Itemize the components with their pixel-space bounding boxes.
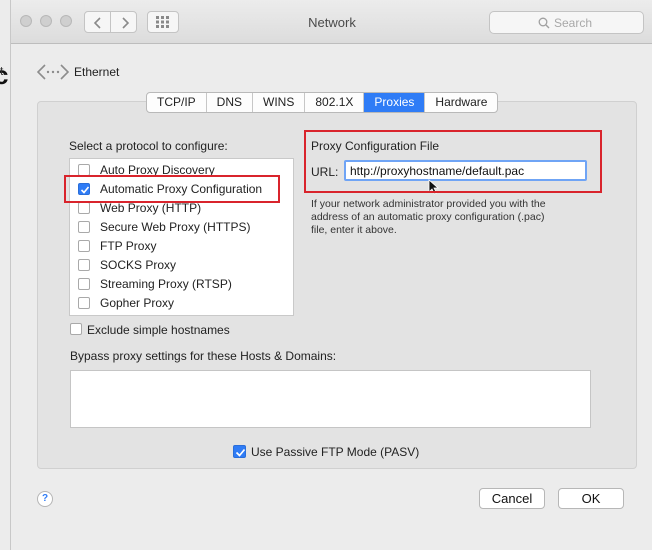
tab-wins[interactable]: WINS (253, 93, 306, 112)
checkbox[interactable] (78, 202, 90, 214)
tab-dns[interactable]: DNS (207, 93, 254, 112)
checkbox[interactable] (78, 259, 90, 271)
tab-hardware[interactable]: Hardware (425, 93, 497, 112)
tab-tcpip[interactable]: TCP/IP (147, 93, 207, 112)
tab-bar: TCP/IP DNS WINS 802.1X Proxies Hardware (146, 92, 499, 113)
ok-button[interactable]: OK (558, 488, 624, 509)
background-window-text-small: t. (0, 64, 7, 78)
ethernet-arrows-icon (37, 64, 69, 80)
bypass-label: Bypass proxy settings for these Hosts & … (70, 349, 337, 363)
proxy-config-help: If your network administrator provided y… (311, 198, 601, 237)
list-item-label: SOCKS Proxy (100, 258, 177, 272)
help-line: address of an automatic proxy configurat… (311, 211, 545, 223)
cancel-button[interactable]: Cancel (479, 488, 545, 509)
protocol-streaming-proxy[interactable]: Streaming Proxy (RTSP) (70, 275, 293, 294)
search-field[interactable]: Search (489, 11, 644, 34)
bypass-textarea[interactable] (70, 370, 591, 428)
checkbox[interactable] (233, 445, 246, 458)
highlight-box-protocol (64, 175, 280, 203)
protocol-list-label: Select a protocol to configure: (69, 139, 228, 153)
service-name: Ethernet (74, 65, 120, 79)
passive-ftp-label: Use Passive FTP Mode (PASV) (251, 445, 420, 459)
exclude-label: Exclude simple hostnames (87, 323, 230, 337)
help-line: If your network administrator provided y… (311, 198, 546, 210)
checkbox[interactable] (78, 297, 90, 309)
tab-8021x[interactable]: 802.1X (305, 93, 365, 112)
checkbox[interactable] (70, 323, 82, 335)
protocol-socks-proxy[interactable]: SOCKS Proxy (70, 256, 293, 275)
list-item-label: Secure Web Proxy (HTTPS) (100, 220, 251, 234)
titlebar: Network Search (11, 0, 652, 44)
protocol-gopher-proxy[interactable]: Gopher Proxy (70, 294, 293, 313)
protocol-ftp-proxy[interactable]: FTP Proxy (70, 237, 293, 256)
list-item-label: FTP Proxy (100, 239, 157, 253)
list-item-label: Web Proxy (HTTP) (100, 201, 202, 215)
checkbox[interactable] (78, 278, 90, 290)
background-window-edge: c t. (0, 0, 10, 550)
help-line: file, enter it above. (311, 224, 397, 236)
highlight-box-proxy-config (304, 130, 602, 193)
checkbox[interactable] (78, 221, 90, 233)
checkmark-icon (235, 448, 246, 457)
checkbox[interactable] (78, 240, 90, 252)
tab-proxies[interactable]: Proxies (364, 93, 426, 112)
help-button[interactable]: ? (37, 491, 53, 507)
network-window: Network Search Ethernet TCP/IP DNS WINS … (10, 0, 652, 550)
list-item-label: Gopher Proxy (100, 296, 175, 310)
magnifier-icon (538, 17, 550, 29)
search-placeholder: Search (554, 16, 593, 30)
list-item-label: Streaming Proxy (RTSP) (100, 277, 232, 291)
protocol-secure-web-proxy[interactable]: Secure Web Proxy (HTTPS) (70, 218, 293, 237)
